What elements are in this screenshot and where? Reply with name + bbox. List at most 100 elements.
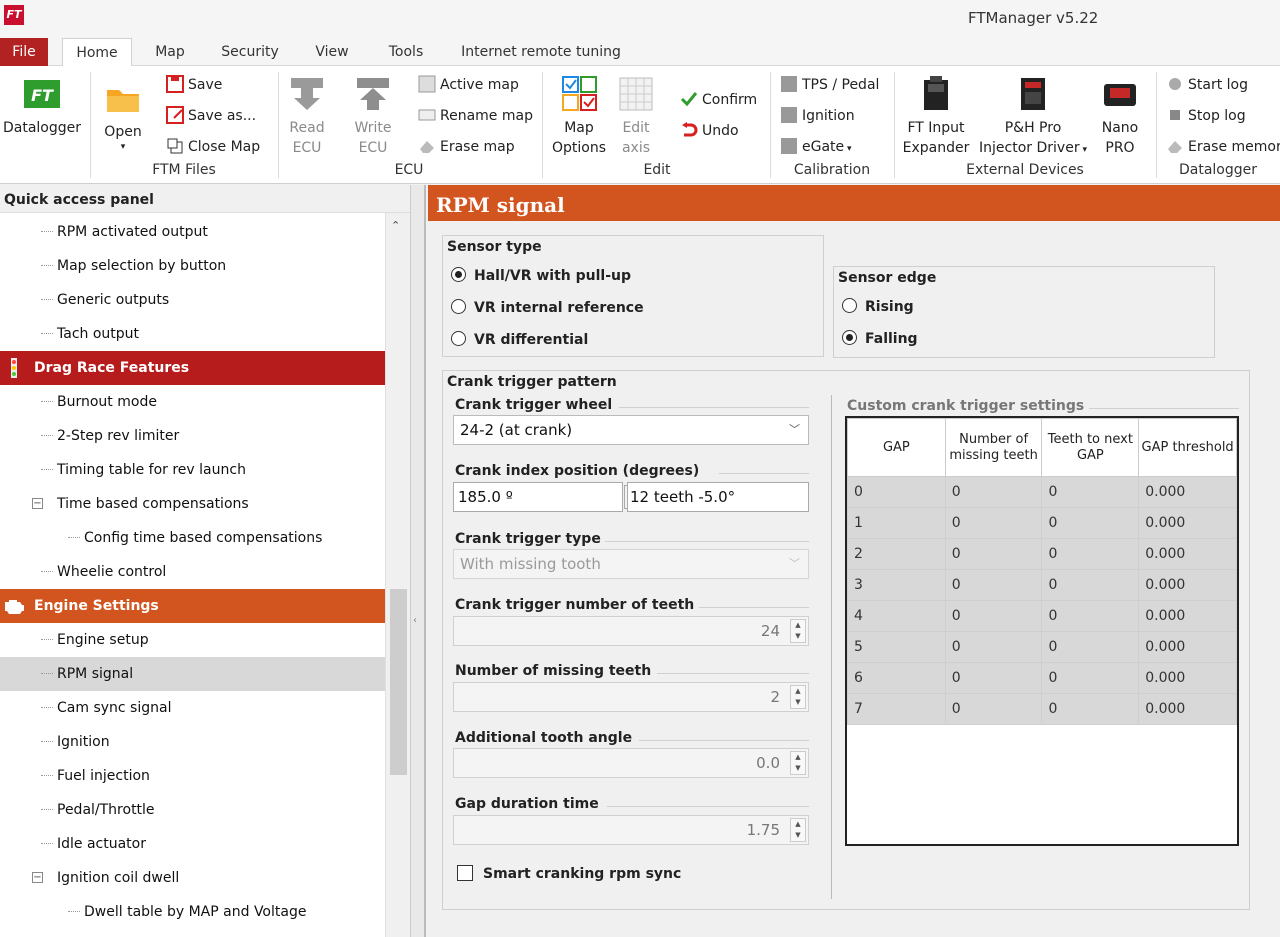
start-log-button[interactable]: Start log (1166, 75, 1248, 95)
rename-map-button[interactable]: Rename map (418, 106, 533, 126)
tab-internet-remote-tuning[interactable]: Internet remote tuning (456, 38, 626, 66)
sidebar-item-2step-rev-limiter[interactable]: 2-Step rev limiter (0, 419, 385, 453)
sidebar-item-ignition-coil-dwell[interactable]: − Ignition coil dwell (0, 861, 385, 895)
table-cell[interactable]: 0 (1041, 631, 1140, 663)
collapse-icon[interactable]: − (32, 498, 43, 509)
column-header-teeth-to-next-gap[interactable]: Teeth to next GAP (1041, 418, 1140, 477)
sidebar-item-fuel-injection[interactable]: Fuel injection (0, 759, 385, 793)
spinner-icon[interactable]: ▲▼ (790, 818, 806, 842)
edit-axis-button[interactable]: Edit axis (612, 74, 660, 158)
write-ecu-button[interactable]: Write ECU (350, 74, 396, 158)
table-cell[interactable]: 0.000 (1138, 693, 1237, 725)
table-cell[interactable]: 0 (944, 631, 1043, 663)
sidebar-item-ignition[interactable]: Ignition (0, 725, 385, 759)
sidebar-item-burnout-mode[interactable]: Burnout mode (0, 385, 385, 419)
table-cell[interactable]: 0 (1041, 476, 1140, 508)
erase-memory-button[interactable]: Erase memor (1166, 137, 1280, 157)
table-cell[interactable]: 0.000 (1138, 569, 1237, 601)
tab-security[interactable]: Security (214, 38, 286, 66)
column-header-gap-threshold[interactable]: GAP threshold (1138, 418, 1237, 477)
scroll-thumb[interactable] (390, 589, 407, 775)
ph-pro-dropdown-icon[interactable]: ▾ (1080, 145, 1087, 155)
sidebar-item-map-selection[interactable]: Map selection by button (0, 249, 385, 283)
collapse-icon[interactable]: − (32, 872, 43, 883)
tab-home[interactable]: Home (62, 38, 132, 67)
spinner-icon[interactable]: ▲▼ (790, 619, 806, 643)
table-cell[interactable]: 2 (847, 538, 946, 570)
smart-cranking-rpm-sync-checkbox[interactable]: Smart cranking rpm sync (457, 865, 681, 882)
sidebar-item-rpm-activated-output[interactable]: RPM activated output (0, 215, 385, 249)
table-cell[interactable]: 0 (944, 693, 1043, 725)
table-cell[interactable]: 0 (1041, 507, 1140, 539)
ft-input-expander-button[interactable]: FT Input Expander (900, 74, 972, 158)
scroll-up-icon[interactable]: ⌃ (391, 219, 400, 232)
tps-pedal-button[interactable]: TPS / Pedal (780, 75, 879, 95)
open-dropdown-icon[interactable]: ▾ (98, 142, 148, 152)
crank-trigger-teeth-input[interactable]: 24 ▲ ▼ (453, 616, 809, 646)
table-cell[interactable]: 0 (1041, 569, 1140, 601)
sidebar-scrollbar[interactable]: ⌃ (385, 213, 410, 937)
table-cell[interactable]: 6 (847, 662, 946, 694)
table-cell[interactable]: 0.000 (1138, 538, 1237, 570)
tab-map[interactable]: Map (148, 38, 192, 66)
erase-map-button[interactable]: Erase map (418, 137, 515, 157)
crank-trigger-type-select[interactable]: With missing tooth ﹀ (453, 549, 809, 579)
sidebar-item-generic-outputs[interactable]: Generic outputs (0, 283, 385, 317)
ph-pro-injector-driver-button[interactable]: P&H Pro Injector Driver ▾ (974, 74, 1092, 160)
panel-splitter[interactable]: ‹ (410, 185, 426, 937)
sidebar-item-timing-table-rev-launch[interactable]: Timing table for rev launch (0, 453, 385, 487)
table-cell[interactable]: 0.000 (1138, 662, 1237, 694)
gap-duration-time-input[interactable]: 1.75 ▲ ▼ (453, 815, 809, 845)
egate-button[interactable]: eGate ▾ (780, 137, 852, 159)
sidebar-item-wheelie-control[interactable]: Wheelie control (0, 555, 385, 589)
table-cell[interactable]: 0 (1041, 538, 1140, 570)
table-cell[interactable]: 5 (847, 631, 946, 663)
table-cell[interactable]: 0.000 (1138, 476, 1237, 508)
read-ecu-button[interactable]: Read ECU (284, 74, 330, 158)
table-cell[interactable]: 0.000 (1138, 507, 1237, 539)
radio-vr-differential[interactable]: VR differential (451, 331, 588, 348)
crank-trigger-wheel-select[interactable]: 24-2 (at crank) ﹀ (453, 415, 809, 445)
map-options-button[interactable]: Map Options (550, 74, 608, 158)
sidebar-item-pedal-throttle[interactable]: Pedal/Throttle (0, 793, 385, 827)
collapse-panel-icon[interactable]: ‹ (413, 615, 417, 626)
tab-file[interactable]: File (0, 38, 48, 66)
sidebar-item-idle-actuator[interactable]: Idle actuator (0, 827, 385, 861)
save-button[interactable]: Save (166, 75, 222, 95)
ignition-calibration-button[interactable]: Ignition (780, 106, 855, 126)
egate-dropdown-icon[interactable]: ▾ (844, 144, 852, 154)
table-cell[interactable]: 1 (847, 507, 946, 539)
sidebar-item-time-based-compensations[interactable]: − Time based compensations (0, 487, 385, 521)
sidebar-category-drag-race[interactable]: Drag Race Features (0, 351, 385, 385)
table-cell[interactable]: 3 (847, 569, 946, 601)
table-cell[interactable]: 0 (944, 538, 1043, 570)
missing-teeth-input[interactable]: 2 ▲ ▼ (453, 682, 809, 712)
table-cell[interactable]: 0 (944, 507, 1043, 539)
table-cell[interactable]: 0 (1041, 600, 1140, 632)
sidebar-category-engine-settings[interactable]: Engine Settings (0, 589, 385, 623)
close-map-button[interactable]: Close Map (166, 137, 260, 157)
tab-tools[interactable]: Tools (380, 38, 432, 66)
undo-button[interactable]: Undo (680, 121, 739, 141)
spinner-icon[interactable]: ▲▼ (790, 751, 806, 775)
table-cell[interactable]: 0 (944, 569, 1043, 601)
sidebar-item-cam-sync-signal[interactable]: Cam sync signal (0, 691, 385, 725)
confirm-button[interactable]: Confirm (680, 90, 757, 110)
table-cell[interactable]: 0.000 (1138, 631, 1237, 663)
sidebar-item-config-time-based-compensations[interactable]: Config time based compensations (0, 521, 385, 555)
table-cell[interactable]: 0 (847, 476, 946, 508)
datalogger-button[interactable]: FT Datalogger (2, 74, 82, 138)
sidebar-item-tach-output[interactable]: Tach output (0, 317, 385, 351)
table-cell[interactable]: 0 (944, 476, 1043, 508)
sidebar-item-dwell-table[interactable]: Dwell table by MAP and Voltage (0, 895, 385, 929)
radio-hall-vr-pullup[interactable]: Hall/VR with pull-up (451, 267, 631, 284)
save-as-button[interactable]: Save as... (166, 106, 256, 126)
spinner-icon[interactable]: ▲▼ (790, 685, 806, 709)
table-cell[interactable]: 0.000 (1138, 600, 1237, 632)
table-cell[interactable]: 7 (847, 693, 946, 725)
table-cell[interactable]: 0 (944, 662, 1043, 694)
active-map-button[interactable]: Active map (418, 75, 519, 95)
stop-log-button[interactable]: Stop log (1166, 106, 1246, 126)
open-button[interactable]: Open ▾ (98, 78, 148, 152)
table-cell[interactable]: 4 (847, 600, 946, 632)
